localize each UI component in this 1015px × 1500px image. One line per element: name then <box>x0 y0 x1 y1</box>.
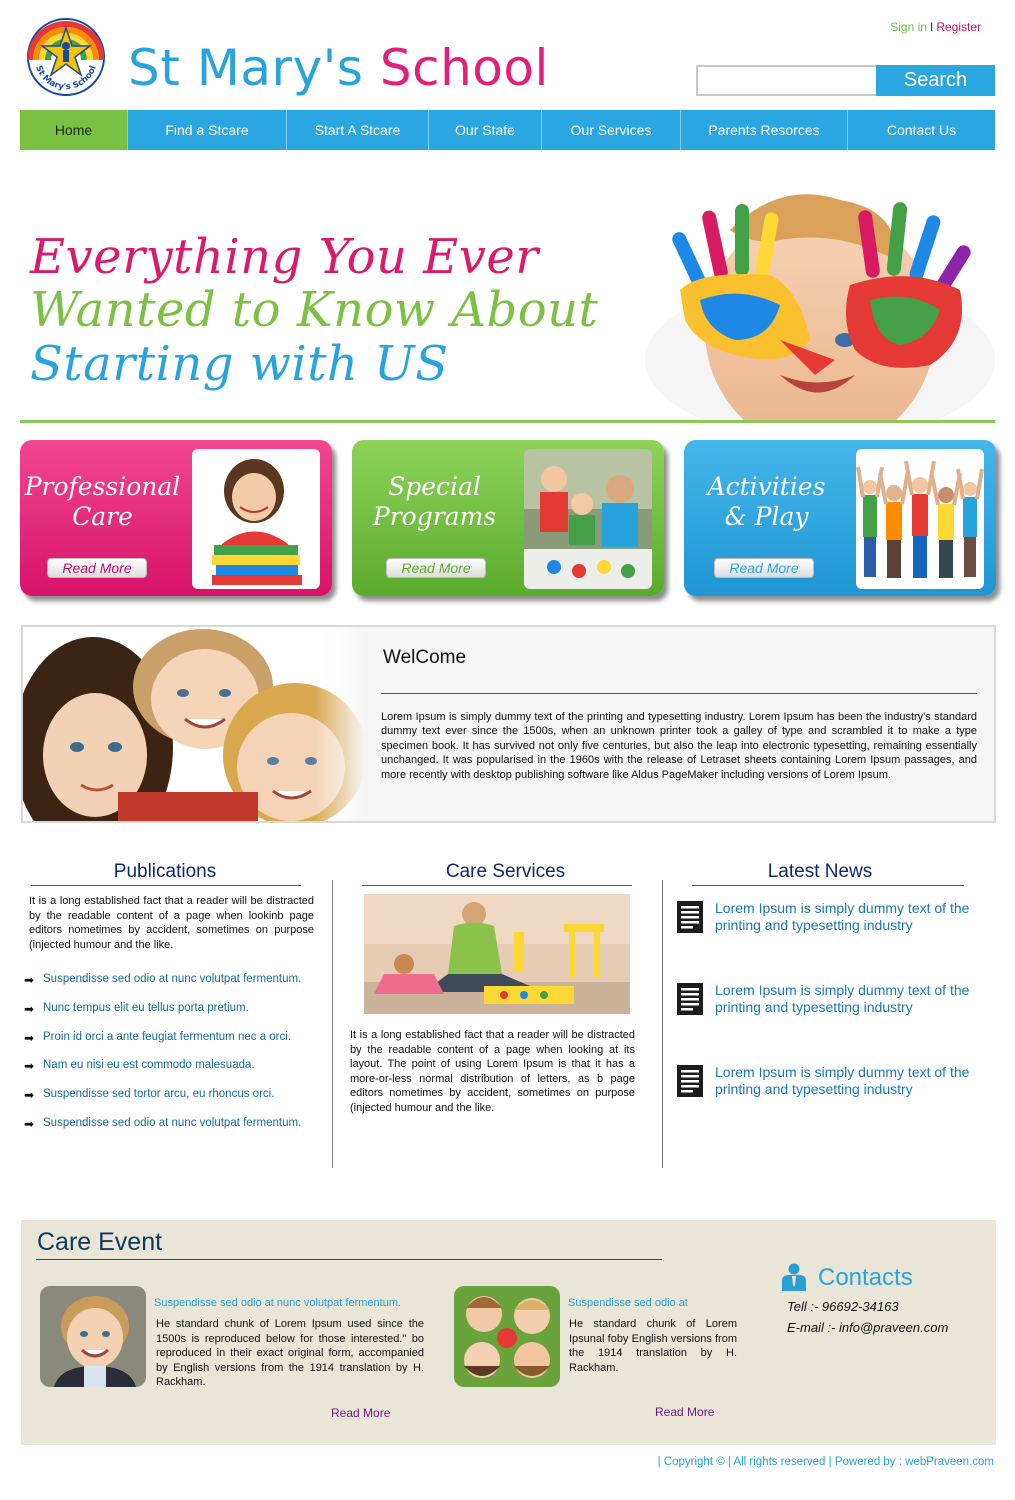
publications-title: Publications <box>113 861 217 882</box>
news-item[interactable]: Lorem Ipsum is simply dummy text of the … <box>676 900 976 944</box>
care-event-divider <box>36 1259 662 1260</box>
auth-links: Sign in I Register <box>890 20 981 34</box>
welcome-title: WelCome <box>383 647 467 668</box>
care-services-image <box>364 894 630 1014</box>
document-icon <box>677 1065 703 1097</box>
nav-item-our-services[interactable]: Our Services <box>542 110 681 150</box>
document-icon <box>677 901 703 933</box>
publication-link[interactable]: ➡ Proin id orci a ante feugiat fermentum … <box>24 1031 324 1060</box>
card-title: Special Programs <box>372 472 497 531</box>
column-divider <box>662 880 663 1168</box>
arrow-right-icon: ➡ <box>24 1001 35 1016</box>
welcome-section: WelCome Lorem Ipsum is simply dummy text… <box>21 625 996 823</box>
care-services-title: Care Services <box>445 861 566 882</box>
latest-news-title: Latest News <box>767 861 873 882</box>
publications-divider <box>31 885 301 886</box>
auth-separator: I <box>929 20 934 34</box>
hero-line-2: Wanted to Know About <box>30 282 599 338</box>
publication-link[interactable]: ➡ Nam eu nisi eu est commodo malesuada. <box>24 1059 324 1088</box>
read-more-button[interactable]: Read More <box>714 558 814 578</box>
arrow-right-icon: ➡ <box>24 1088 35 1103</box>
girl-with-books-image <box>192 449 320 589</box>
publications-link-list: ➡ Suspendisse sed odio at nunc volutpat f… <box>24 973 324 1146</box>
event-read-more-link[interactable]: Read More <box>655 1405 714 1419</box>
nav-item-home[interactable]: Home <box>20 110 128 150</box>
sign-in-link[interactable]: Sign in <box>890 20 927 34</box>
care-services-divider <box>362 885 632 886</box>
search-input[interactable] <box>696 65 876 96</box>
event-image-kids-circle <box>454 1286 560 1387</box>
school-logo[interactable]: St Mary's School <box>26 16 106 98</box>
event-image-smiling-boy <box>40 1286 146 1387</box>
nav-item-our-stafe[interactable]: Our Stafe <box>429 110 542 150</box>
news-text[interactable]: Lorem Ipsum is simply dummy text of the … <box>715 900 977 934</box>
promo-card-professional-care[interactable]: Professional Care Read More <box>20 440 332 596</box>
read-more-button[interactable]: Read More <box>386 558 486 578</box>
latest-news-divider <box>692 885 964 886</box>
welcome-text: Lorem Ipsum is simply dummy text of the … <box>381 711 977 781</box>
news-text[interactable]: Lorem Ipsum is simply dummy text of the … <box>715 982 977 1016</box>
nav-item-contact-us[interactable]: Contact Us <box>848 110 995 150</box>
publication-link[interactable]: ➡ Suspendisse sed odio at nunc volutpat f… <box>24 973 324 1002</box>
hero-painted-hands-image <box>640 190 995 450</box>
welcome-children-image <box>23 627 365 821</box>
document-icon <box>677 983 703 1015</box>
arrow-right-icon: ➡ <box>24 973 35 987</box>
nav-item-start-a-stcare[interactable]: Start A Stcare <box>287 110 429 150</box>
main-nav: Home Find a Stcare Start A Stcare Our St… <box>20 110 995 150</box>
hero-banner: Everything You Ever Wanted to Know About… <box>20 190 995 450</box>
event-heading[interactable]: Suspendisse sed odio at nunc volutpat fe… <box>154 1297 434 1309</box>
care-services-text: It is a long established fact that a rea… <box>350 1029 635 1114</box>
care-event-title: Care Event <box>37 1228 163 1256</box>
promo-card-activities-play[interactable]: Activities & Play Read More <box>684 440 996 596</box>
promo-card-special-programs[interactable]: Special Programs Read More <box>352 440 664 596</box>
arrow-right-icon: ➡ <box>24 1059 35 1074</box>
event-read-more-link[interactable]: Read More <box>331 1406 390 1420</box>
site-title-part1: St Mary's <box>128 39 364 97</box>
publication-link[interactable]: ➡ Suspendisse sed tortor arcu, eu rhoncus… <box>24 1088 324 1117</box>
site-title[interactable]: St Mary's School <box>128 38 549 98</box>
publication-link[interactable]: ➡ Suspendisse sed odio at nunc volutpat f… <box>24 1117 324 1146</box>
news-item[interactable]: Lorem Ipsum is simply dummy text of the … <box>676 982 976 1026</box>
news-item[interactable]: Lorem Ipsum is simply dummy text of the … <box>676 1064 976 1108</box>
read-more-button[interactable]: Read More <box>47 558 147 578</box>
care-event-section: Care Event Suspendisse sed odio at nunc … <box>21 1220 996 1445</box>
site-title-part2: School <box>379 39 549 97</box>
contact-email[interactable]: E-mail :- info@praveen.com <box>787 1320 948 1335</box>
news-text[interactable]: Lorem Ipsum is simply dummy text of the … <box>715 1064 977 1098</box>
kids-painting-image <box>524 449 652 589</box>
nav-item-parents-resorces[interactable]: Parents Resorces <box>681 110 848 150</box>
footer-copyright: | Copyright © | All rights reserved | Po… <box>657 1456 994 1468</box>
contacts-title: Contacts <box>818 1264 913 1291</box>
arrow-right-icon: ➡ <box>24 1030 35 1045</box>
nav-item-find-a-stcare[interactable]: Find a Stcare <box>128 110 287 150</box>
children-jumping-image <box>856 449 984 589</box>
hero-divider <box>20 420 995 423</box>
column-divider <box>332 880 333 1168</box>
hero-line-1: Everything You Ever <box>30 229 539 285</box>
search-button[interactable]: Search <box>876 65 995 96</box>
event-heading[interactable]: Suspendisse sed odio at <box>568 1297 768 1309</box>
event-text: He standard chunk of Lorem Ipsunal foby … <box>569 1318 737 1374</box>
event-text: He standard chunk of Lorem Ipsum used si… <box>156 1318 424 1388</box>
contact-person-icon <box>782 1263 806 1291</box>
publications-text: It is a long established fact that a rea… <box>29 895 314 951</box>
register-link[interactable]: Register <box>936 20 981 34</box>
welcome-divider <box>381 693 977 694</box>
arrow-right-icon: ➡ <box>24 1116 35 1131</box>
publication-link[interactable]: ➡ Nunc tempus elit eu tellus porta pretiu… <box>24 1002 324 1031</box>
card-title: Activities & Play <box>707 472 826 531</box>
hero-line-3: Starting with US <box>30 336 449 392</box>
card-title: Professional Care <box>24 472 181 531</box>
contact-telephone: Tell :- 96692-34163 <box>787 1299 899 1314</box>
